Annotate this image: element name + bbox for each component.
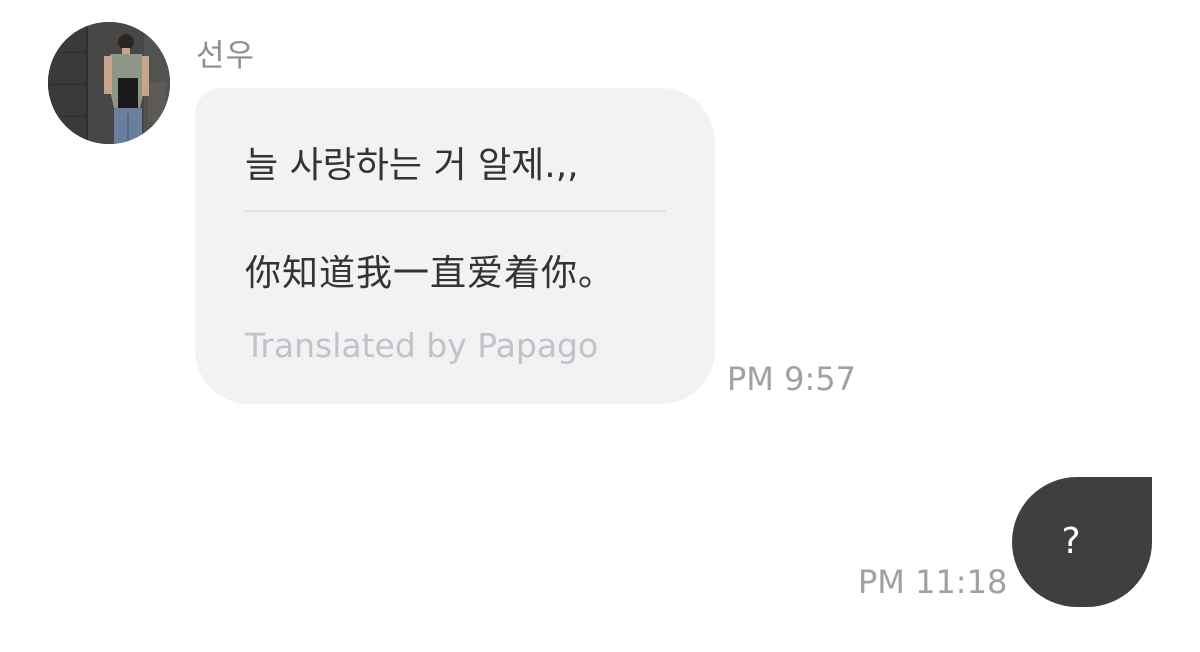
translation-divider [245, 210, 666, 212]
sender-name: 선우 [196, 38, 256, 74]
outgoing-message-bubble[interactable]: ? [1012, 477, 1152, 607]
outgoing-message-text: ? [1061, 521, 1081, 562]
incoming-message-timestamp: PM 9:57 [727, 360, 856, 398]
message-original-text: 늘 사랑하는 거 알제.,, [245, 145, 579, 186]
sender-avatar[interactable] [48, 22, 170, 144]
message-translated-text: 你知道我一直爱着你。 [245, 253, 616, 294]
incoming-message-bubble[interactable]: 늘 사랑하는 거 알제.,, 你知道我一直爱着你。 Translated by … [195, 88, 715, 404]
profile-photo-image [48, 22, 170, 144]
chat-conversation: 선우 늘 사랑하는 거 알제.,, 你知道我一直爱着你。 Translated … [0, 0, 1200, 652]
outgoing-message-timestamp: PM 11:18 [858, 563, 1008, 601]
translation-credit: Translated by Papago [245, 326, 599, 365]
